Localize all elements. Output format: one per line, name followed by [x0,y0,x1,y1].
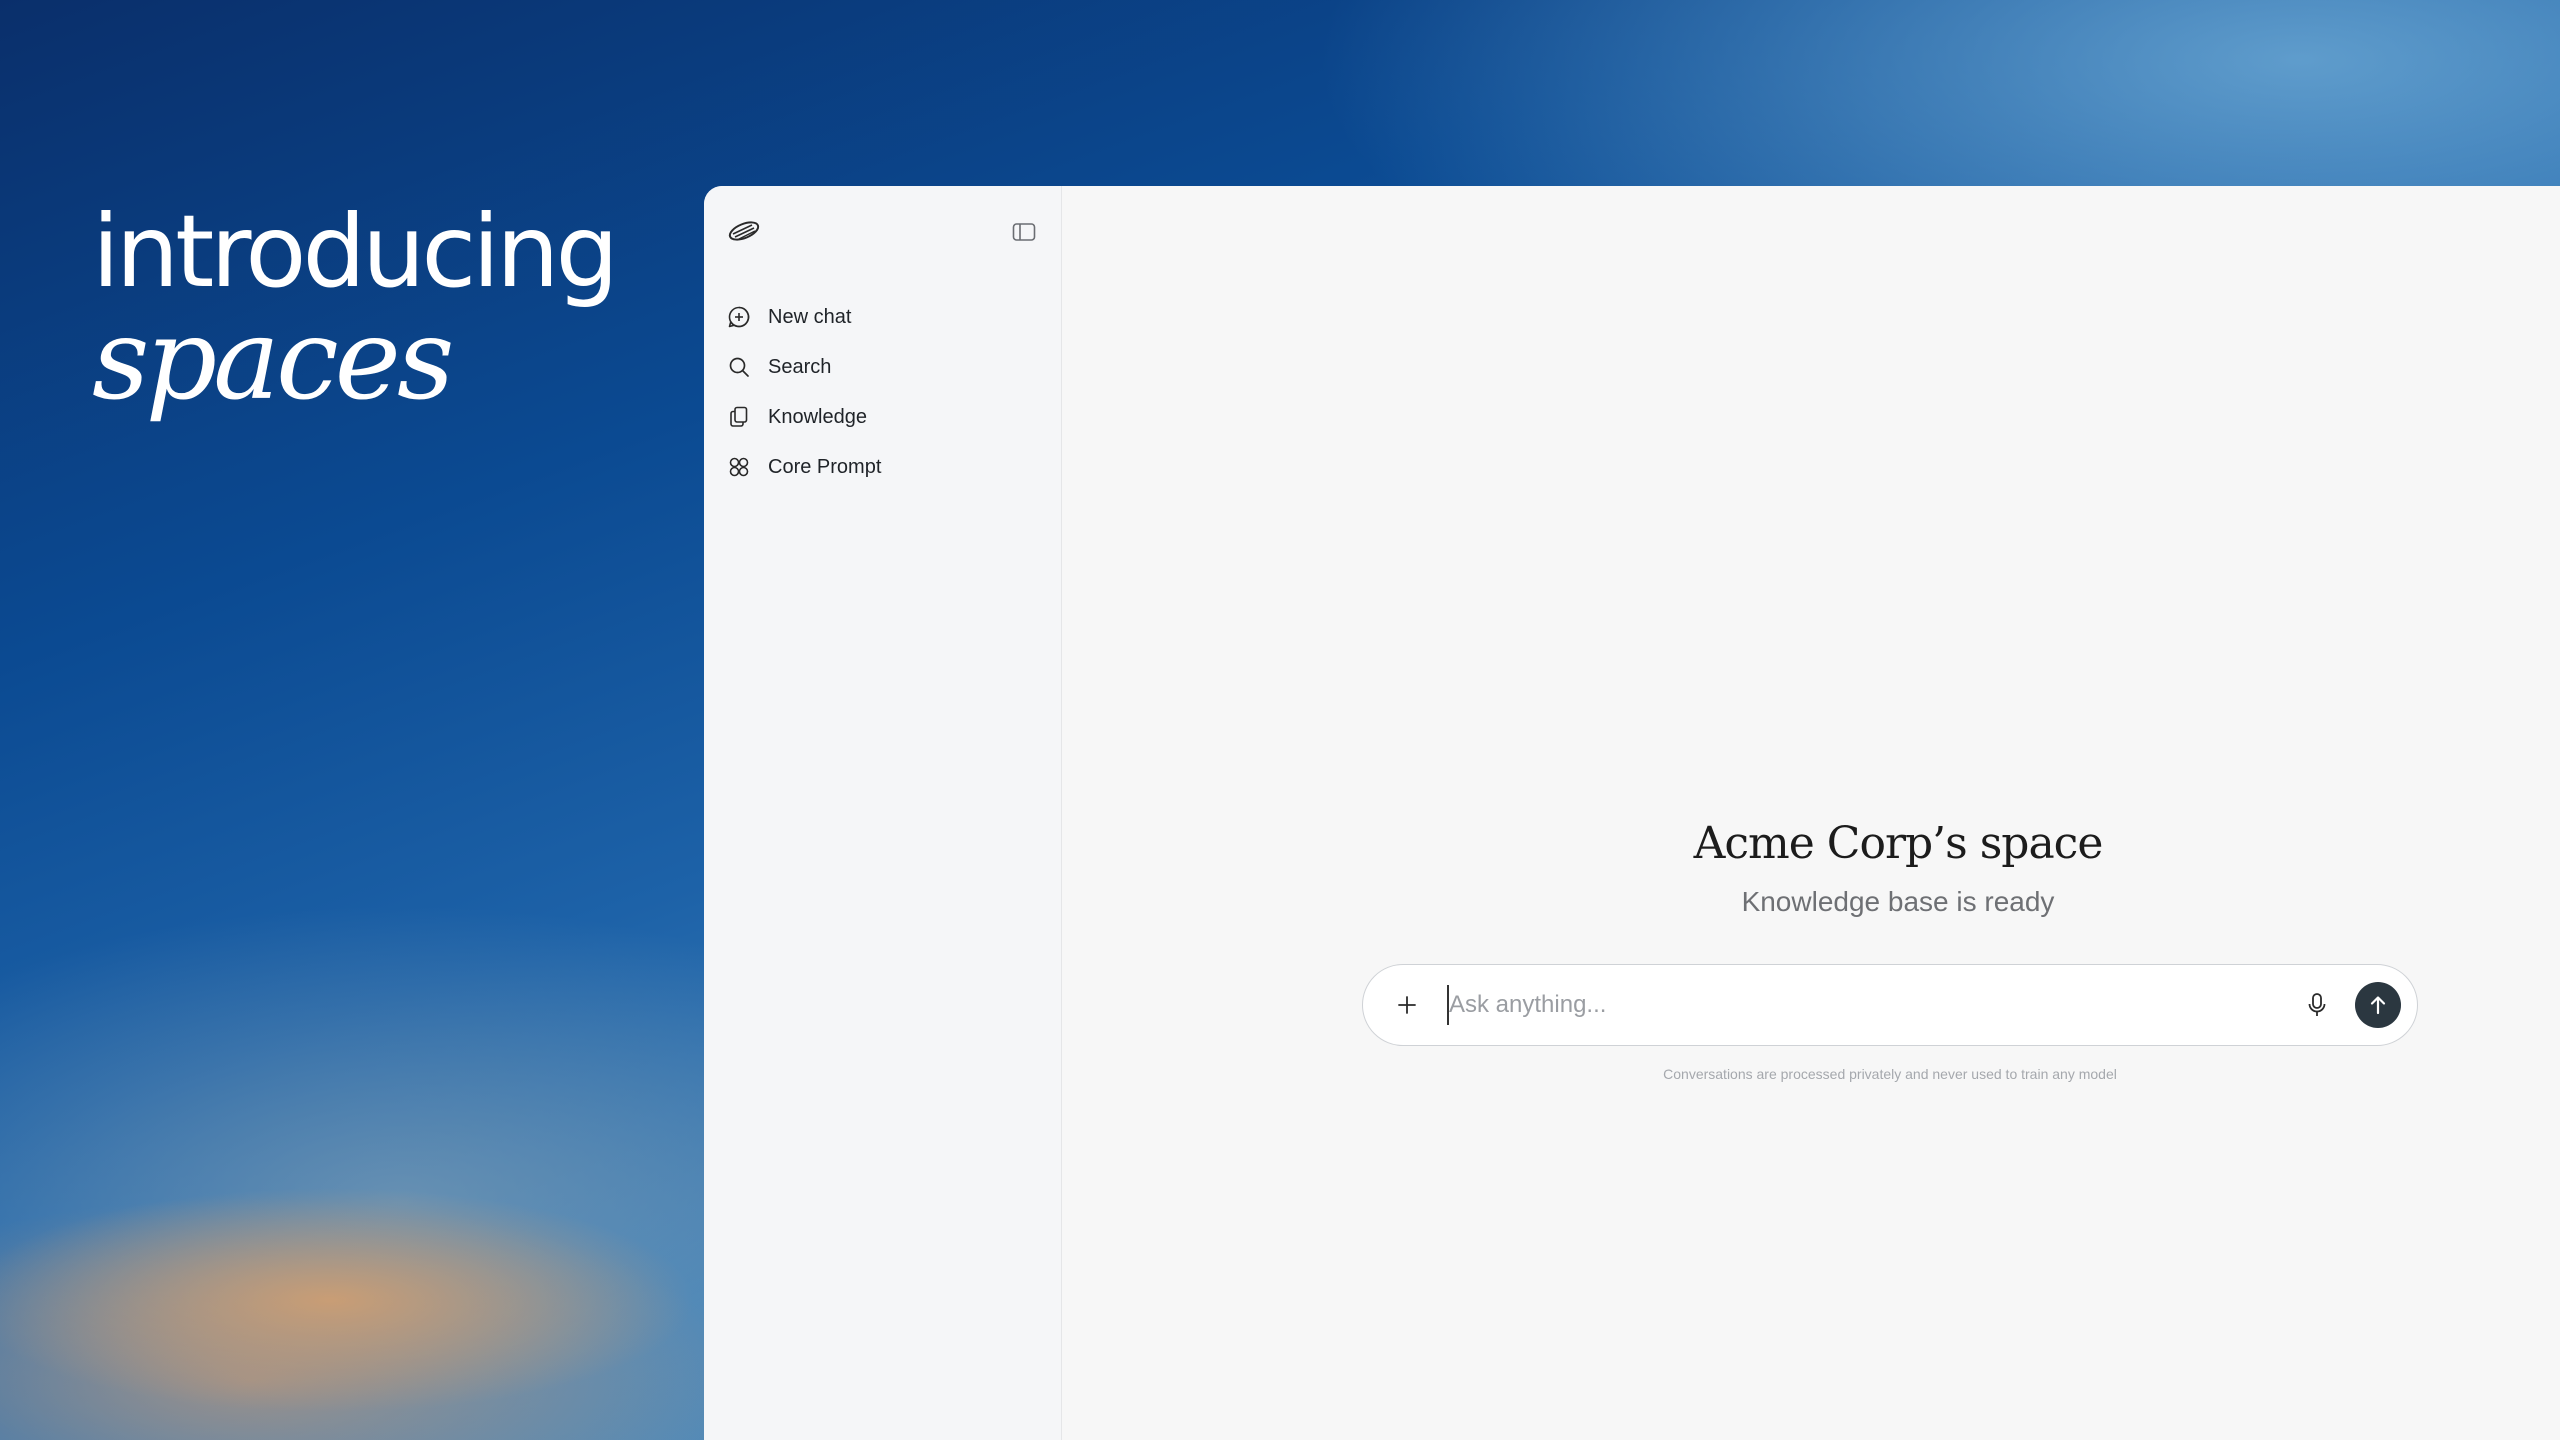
hero-line-spaces: spaces [92,295,454,425]
space-subtitle: Knowledge base is ready [1741,886,2055,917]
space-title: Acme Corp’s space [1693,818,2104,869]
knowledge-icon [726,404,752,430]
app-window: New chat Search Knowledge Core Prompt Ac… [704,186,2560,1440]
send-button[interactable] [2355,982,2401,1028]
ask-input[interactable] [1447,985,2297,1025]
privacy-disclaimer: Conversations are processed privately an… [1663,1066,2117,1082]
background: introducing spaces New chat Search Knowl… [0,0,2560,1440]
plus-icon [1398,996,1416,1014]
search-icon [726,354,752,380]
new-chat-icon [726,304,752,330]
sidebar-item-label: Knowledge [768,405,867,428]
logo-icon[interactable] [726,216,762,246]
sidebar-item-label: Search [768,355,832,378]
sidebar-item-label: Core Prompt [768,455,882,478]
sidebar-toggle-icon[interactable] [1012,222,1036,242]
attach-plus-button[interactable] [1387,985,1427,1025]
chat-composer [1362,964,2418,1046]
sidebar-item-new-chat[interactable]: New chat [726,292,1046,342]
sidebar: New chat Search Knowledge Core Prompt [704,186,1062,1440]
arrow-up-icon [2370,996,2386,1015]
sidebar-item-search[interactable]: Search [726,342,1046,392]
hero-line-introducing: introducing [92,193,619,310]
microphone-button[interactable] [2297,985,2337,1025]
hero-heading: introducing spaces [92,193,619,425]
core-prompt-icon [726,454,752,480]
sidebar-item-knowledge[interactable]: Knowledge [726,392,1046,442]
sidebar-item-label: New chat [768,305,852,328]
sidebar-nav: New chat Search Knowledge Core Prompt [726,292,1046,492]
microphone-icon [2308,993,2326,1016]
sidebar-item-core-prompt[interactable]: Core Prompt [726,442,1046,492]
chat-main: Acme Corp’s space Knowledge base is read… [1062,186,2560,1440]
